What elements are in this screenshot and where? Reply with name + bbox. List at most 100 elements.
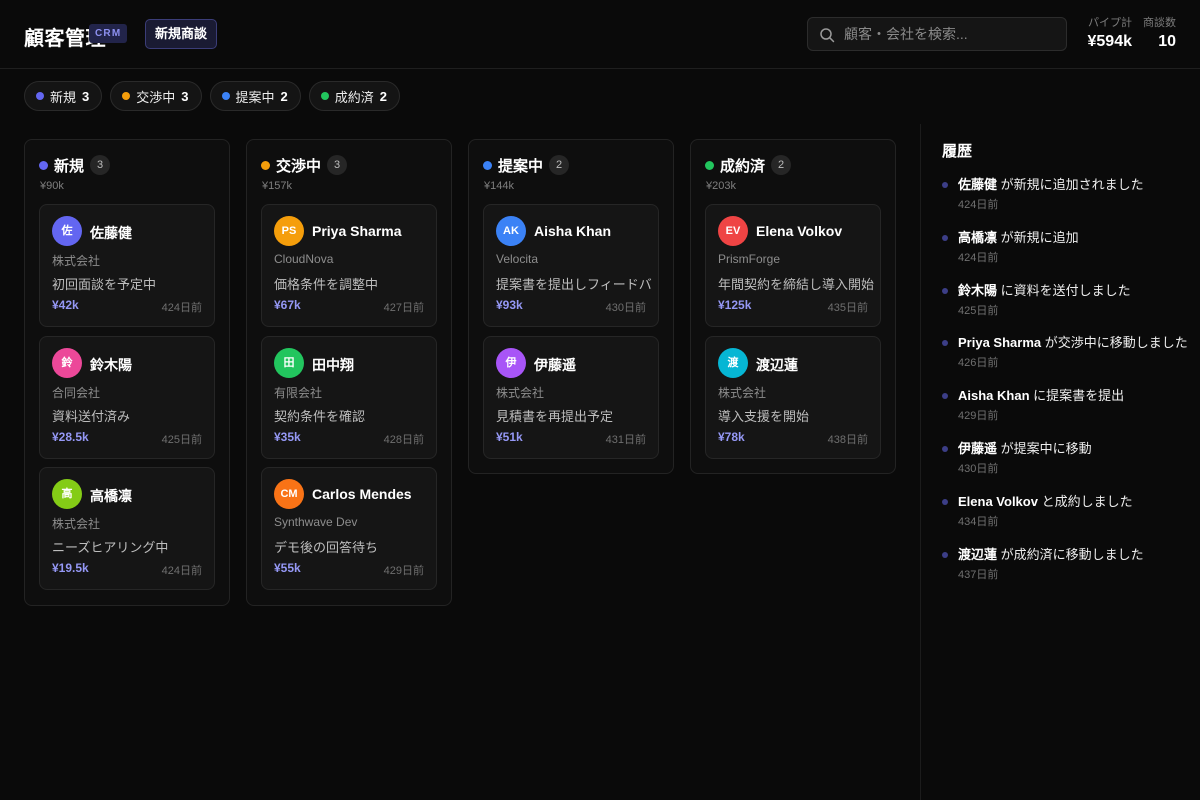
deal-card[interactable]: 高 高橋凛 株式会社 ニーズヒアリング中 ¥19.5k 424日前 <box>39 467 215 590</box>
chip-count: 3 <box>82 88 90 104</box>
activity-text: Elena Volkov と成約しました <box>958 491 1133 510</box>
avatar: 伊 <box>496 348 526 378</box>
activity-action: に資料を送付しました <box>1000 283 1131 298</box>
deal-value: ¥19.5k <box>52 561 89 575</box>
contact-name: Priya Sharma <box>312 223 402 239</box>
deal-card[interactable]: 田 田中翔 有限会社 契約条件を確認 ¥35k 428日前 <box>261 336 437 459</box>
deal-note: 契約条件を確認 <box>274 409 366 424</box>
stage-filter-bar: 新規 3 交渉中 3 提案中 2 成約済 2 <box>24 81 400 111</box>
company-name: Velocita <box>496 252 539 266</box>
deal-card[interactable]: 鈴 鈴木陽 合同会社 資料送付済み ¥28.5k 425日前 <box>39 336 215 459</box>
deal-card[interactable]: AK Aisha Khan Velocita 提案書を提出しフィードバック待ち … <box>483 204 659 327</box>
deal-date: 424日前 <box>161 565 202 577</box>
column-total: ¥203k <box>706 180 736 192</box>
column-header: 新規 3 <box>39 154 111 176</box>
status-dot <box>39 160 48 170</box>
deal-note: 初回面談を予定中 <box>52 277 157 292</box>
activity-dot <box>942 446 948 452</box>
filter-chip-won[interactable]: 成約済 2 <box>308 81 400 111</box>
deal-date: 429日前 <box>383 565 424 577</box>
deal-value: ¥42k <box>52 298 79 312</box>
pipeline-column-proposal: 提案中 2 ¥144k AK Aisha Khan Velocita 提案書を提… <box>468 139 674 474</box>
activity-dot <box>942 182 948 188</box>
deal-card[interactable]: 佐 佐藤健 株式会社 初回面談を予定中 ¥42k 424日前 <box>39 204 215 327</box>
avatar: CM <box>274 479 304 509</box>
activity-text: 鈴木陽 に資料を送付しました <box>958 280 1131 299</box>
contact-name: 佐藤健 <box>90 225 132 241</box>
activity-dot <box>942 340 948 346</box>
column-title: 提案中 <box>498 157 544 175</box>
activity-date: 434日前 <box>958 516 999 528</box>
activity-date: 424日前 <box>958 252 999 264</box>
activity-date: 425日前 <box>958 305 999 317</box>
company-name: 合同会社 <box>52 386 101 400</box>
activity-dot <box>942 235 948 241</box>
deal-date: 430日前 <box>605 302 646 314</box>
column-header: 提案中 2 <box>483 154 570 176</box>
filter-chip-proposal[interactable]: 提案中 2 <box>209 81 301 111</box>
deal-card[interactable]: CM Carlos Mendes Synthwave Dev デモ後の回答待ち … <box>261 467 437 590</box>
filter-chip-negotiation[interactable]: 交渉中 3 <box>110 81 202 111</box>
activity-contact: 高橋凛 <box>958 230 998 245</box>
deal-card[interactable]: 伊 伊藤遥 株式会社 見積書を再提出予定 ¥51k 431日前 <box>483 336 659 459</box>
activity-date: 424日前 <box>958 199 999 211</box>
deal-value: ¥51k <box>496 430 523 444</box>
deal-date: 431日前 <box>605 434 646 446</box>
activity-text: 渡辺蓮 が成約済に移動しました <box>958 544 1144 563</box>
chip-label: 交渉中 <box>136 89 176 105</box>
column-title: 成約済 <box>720 157 766 175</box>
deal-card[interactable]: EV Elena Volkov PrismForge 年間契約を締結し導入開始 … <box>705 204 881 327</box>
deal-note: 導入支援を開始 <box>718 409 810 424</box>
status-dot <box>221 92 230 100</box>
avatar: 渡 <box>718 348 748 378</box>
deal-date: 438日前 <box>827 434 868 446</box>
deal-note: 年間契約を締結し導入開始 <box>718 277 874 292</box>
deal-card[interactable]: 渡 渡辺蓮 株式会社 導入支援を開始 ¥78k 438日前 <box>705 336 881 459</box>
deal-value: ¥67k <box>274 298 301 312</box>
column-count-badge: 3 <box>327 155 348 175</box>
company-name: 有限会社 <box>274 386 323 400</box>
avatar: 田 <box>274 348 304 378</box>
contact-name: 高橋凛 <box>90 488 132 504</box>
pipeline-total-stat: パイプ計 ¥594k <box>1088 14 1133 51</box>
status-dot <box>122 92 131 100</box>
filter-chip-new[interactable]: 新規 3 <box>24 81 103 111</box>
activity-action: が新規に追加されました <box>1000 177 1144 192</box>
avatar: EV <box>718 216 748 246</box>
activity-dot <box>942 499 948 505</box>
deal-date: 435日前 <box>827 302 868 314</box>
chip-label: 成約済 <box>334 89 374 105</box>
column-header: 成約済 2 <box>705 154 792 176</box>
search-input[interactable] <box>844 18 1062 50</box>
contact-name: Aisha Khan <box>534 223 612 239</box>
column-header: 交渉中 3 <box>261 154 348 176</box>
company-name: Synthwave Dev <box>274 515 358 529</box>
deal-value: ¥35k <box>274 430 301 444</box>
deal-note: 価格条件を調整中 <box>274 277 379 292</box>
chip-count: 3 <box>181 88 189 104</box>
deal-count-stat: 商談数 10 <box>1143 14 1176 51</box>
activity-dot <box>942 552 948 558</box>
avatar: 鈴 <box>52 348 82 378</box>
pipeline-column-won: 成約済 2 ¥203k EV Elena Volkov PrismForge 年… <box>690 139 896 474</box>
column-count-badge: 3 <box>90 155 111 175</box>
deal-value: ¥28.5k <box>52 430 89 444</box>
activity-contact: Priya Sharma <box>958 335 1042 350</box>
deal-date: 427日前 <box>383 302 424 314</box>
avatar: 佐 <box>52 216 82 246</box>
column-title: 交渉中 <box>276 157 322 175</box>
deal-date: 425日前 <box>161 434 202 446</box>
search-box[interactable] <box>807 17 1067 51</box>
stat-value: 10 <box>1158 33 1176 50</box>
activity-contact: 佐藤健 <box>958 177 998 192</box>
activity-text: 高橋凛 が新規に追加 <box>958 227 1079 246</box>
company-name: PrismForge <box>718 252 781 266</box>
avatar: 高 <box>52 479 82 509</box>
activity-contact: 渡辺蓮 <box>958 547 998 562</box>
status-dot <box>705 160 714 170</box>
activity-contact: 鈴木陽 <box>958 283 998 298</box>
activity-title: 履歴 <box>942 143 973 160</box>
new-deal-button[interactable]: 新規商談 <box>145 19 217 49</box>
deal-note: ニーズヒアリング中 <box>52 540 169 555</box>
deal-card[interactable]: PS Priya Sharma CloudNova 価格条件を調整中 ¥67k … <box>261 204 437 327</box>
